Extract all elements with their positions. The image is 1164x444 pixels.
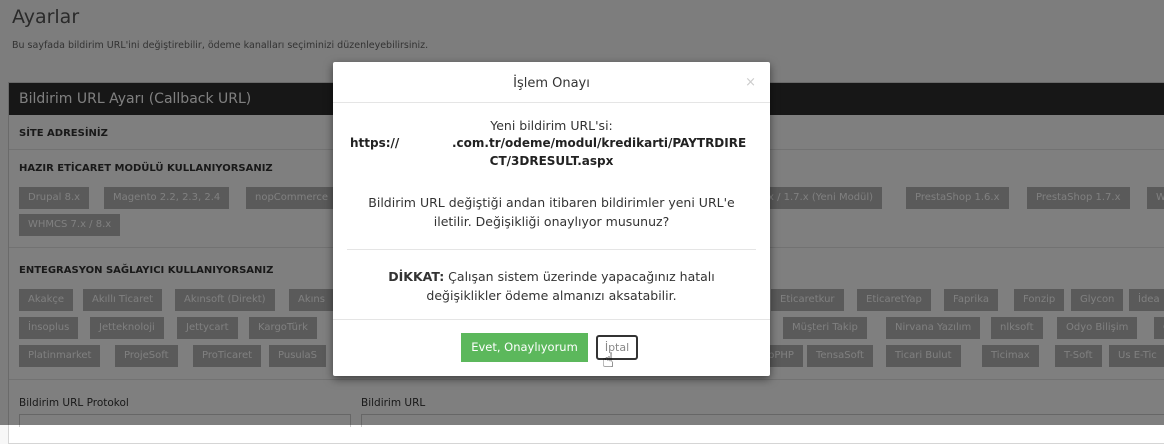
warning-line-1: DİKKAT: Çalışan sistem üzerinde yapacağı…: [333, 268, 770, 286]
modal-title: İşlem Onayı: [513, 76, 590, 91]
warning-line-2: değişiklikler ödeme almanızı aksatabilir…: [426, 288, 677, 303]
modal-body-divider: [347, 249, 756, 250]
modal-footer-divider: [333, 319, 770, 320]
warning-label: DİKKAT:: [388, 269, 445, 284]
url-part-2: CT/3DRESULT.aspx: [489, 154, 614, 168]
url-prefix: https://: [350, 136, 400, 150]
url-part-1: .com.tr/odeme/modul/kredikarti/PAYTRDIRE: [452, 136, 747, 150]
hand-cursor-icon: ☝: [602, 348, 615, 372]
warning-text: Çalışan sistem üzerinde yapacağınız hata…: [444, 269, 715, 284]
info-line-1: Bildirim URL değiştiği andan itibaren bi…: [368, 195, 735, 210]
confirm-modal: İşlem Onayı × Yeni bildirim URL'si: http…: [333, 62, 770, 376]
close-icon[interactable]: ×: [745, 75, 756, 90]
confirm-button[interactable]: Evet, Onaylıyorum: [461, 333, 588, 362]
new-url-caption: Yeni bildirim URL'si:: [490, 118, 613, 133]
info-line-2: iletilir. Değişikliği onaylıyor musunuz?: [433, 214, 670, 229]
modal-header-divider: [333, 102, 770, 103]
